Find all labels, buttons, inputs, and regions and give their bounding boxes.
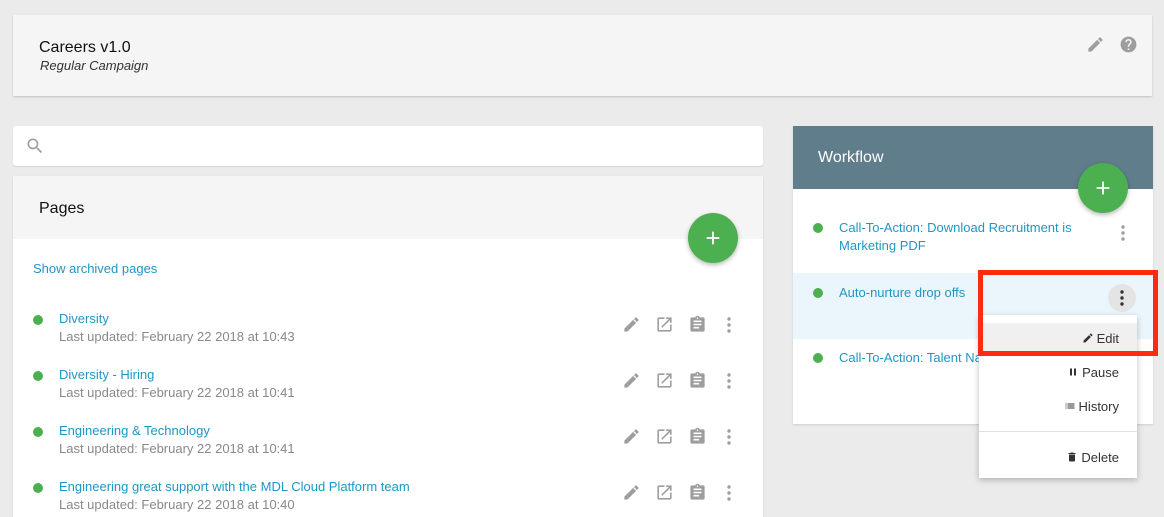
workflow-item-context-menu: Edit Pause History Delete: [979, 315, 1137, 478]
page-row: Engineering great support with the MDL C…: [13, 477, 763, 517]
page-name-link[interactable]: Diversity: [59, 311, 109, 326]
page-last-updated: Last updated: February 22 2018 at 10:43: [59, 329, 295, 344]
list-icon: [1065, 403, 1075, 409]
pencil-icon[interactable]: [622, 427, 641, 446]
search-input[interactable]: [57, 134, 747, 158]
menu-item-label: Pause: [1082, 364, 1119, 380]
kebab-icon: [1120, 290, 1124, 306]
status-dot: [813, 288, 823, 298]
page-last-updated: Last updated: February 22 2018 at 10:40: [59, 497, 295, 512]
kebab-icon[interactable]: [721, 316, 737, 334]
pencil-icon[interactable]: [622, 315, 641, 334]
search-icon: [27, 138, 43, 154]
pencil-icon[interactable]: [622, 371, 641, 390]
status-dot: [33, 427, 43, 437]
pause-icon: [1070, 368, 1077, 376]
menu-item-history[interactable]: History: [979, 391, 1137, 421]
pencil-icon[interactable]: [1086, 35, 1105, 54]
plus-icon: [1096, 181, 1110, 195]
workflow-item-link[interactable]: Auto-nurture drop offs: [839, 284, 1089, 302]
open-external-icon[interactable]: [655, 315, 674, 334]
page-row-actions: [622, 483, 751, 502]
search-bar: [13, 126, 763, 166]
workflow-item-menu-button[interactable]: [1108, 284, 1136, 312]
menu-item-delete[interactable]: Delete: [979, 442, 1137, 472]
workflow-item-menu-button[interactable]: [1109, 219, 1137, 247]
menu-item-label: Delete: [1081, 449, 1119, 465]
header-actions: [1086, 35, 1138, 54]
status-dot: [33, 371, 43, 381]
clipboard-icon[interactable]: [688, 427, 707, 446]
plus-icon: [706, 231, 720, 245]
pages-panel: Pages Show archived pages Diversity Last…: [13, 176, 763, 517]
page-row-actions: [622, 371, 751, 390]
pencil-icon: [1083, 333, 1093, 343]
kebab-icon[interactable]: [721, 428, 737, 446]
page-last-updated: Last updated: February 22 2018 at 10:41: [59, 385, 295, 400]
workflow-item-link[interactable]: Call-To-Action: Talent Na: [839, 349, 982, 367]
open-external-icon[interactable]: [655, 483, 674, 502]
trash-icon: [1068, 452, 1076, 462]
page-name-link[interactable]: Diversity - Hiring: [59, 367, 154, 382]
kebab-icon[interactable]: [721, 484, 737, 502]
page-row: Diversity - Hiring Last updated: Februar…: [13, 365, 763, 421]
page-name-link[interactable]: Engineering & Technology: [59, 423, 210, 438]
workflow-title: Workflow: [818, 149, 884, 166]
campaign-header: Careers v1.0 Regular Campaign: [13, 15, 1152, 96]
menu-item-edit[interactable]: Edit: [979, 323, 1137, 353]
pages-title: Pages: [39, 200, 85, 217]
help-icon[interactable]: [1119, 35, 1138, 54]
status-dot: [813, 353, 823, 363]
menu-item-pause[interactable]: Pause: [979, 357, 1137, 387]
kebab-icon: [1121, 225, 1125, 241]
page-row: Engineering & Technology Last updated: F…: [13, 421, 763, 477]
workflow-item-link[interactable]: Call-To-Action: Download Recruitment is …: [839, 219, 1089, 255]
kebab-icon[interactable]: [721, 372, 737, 390]
page-row: Diversity Last updated: February 22 2018…: [13, 309, 763, 365]
show-archived-pages-link[interactable]: Show archived pages: [33, 261, 157, 276]
open-external-icon[interactable]: [655, 427, 674, 446]
pencil-icon[interactable]: [622, 483, 641, 502]
open-external-icon[interactable]: [655, 371, 674, 390]
pages-header: Pages: [13, 176, 763, 239]
page-row-actions: [622, 315, 751, 334]
add-page-button[interactable]: [688, 213, 738, 263]
campaign-type: Regular Campaign: [40, 58, 149, 73]
status-dot: [33, 483, 43, 493]
workflow-item: Call-To-Action: Download Recruitment is …: [793, 211, 1153, 271]
menu-item-label: Edit: [1096, 330, 1119, 346]
clipboard-icon[interactable]: [688, 315, 707, 334]
campaign-title: Careers v1.0: [39, 39, 131, 56]
menu-item-label: History: [1078, 398, 1119, 414]
status-dot: [33, 315, 43, 325]
menu-divider: [979, 431, 1137, 432]
page-name-link[interactable]: Engineering great support with the MDL C…: [59, 479, 410, 494]
status-dot: [813, 223, 823, 233]
page-last-updated: Last updated: February 22 2018 at 10:41: [59, 441, 295, 456]
clipboard-icon[interactable]: [688, 483, 707, 502]
page-row-actions: [622, 427, 751, 446]
add-workflow-button[interactable]: [1078, 163, 1128, 213]
clipboard-icon[interactable]: [688, 371, 707, 390]
